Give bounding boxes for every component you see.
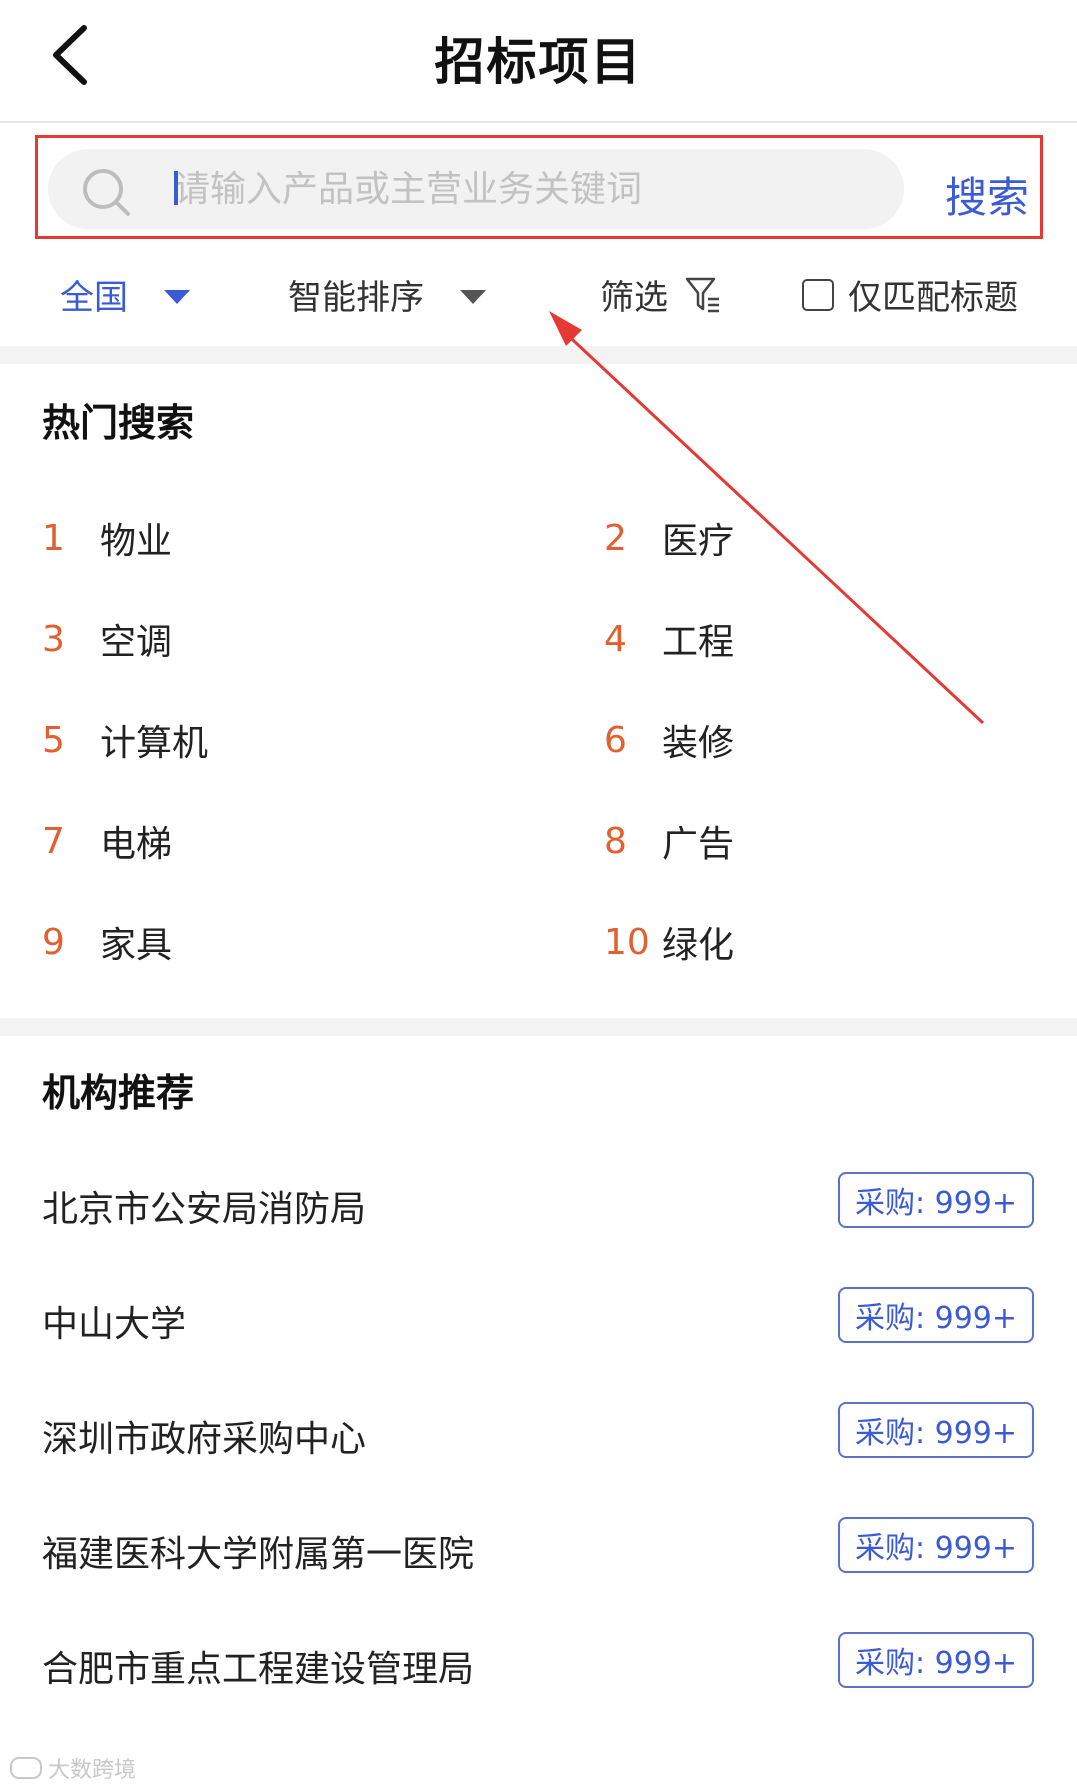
hot-rank: 1 <box>42 517 65 559</box>
hot-rank: 2 <box>604 517 627 559</box>
hot-rank: 7 <box>42 820 65 862</box>
org-name: 中山大学 <box>42 1304 187 1345</box>
hot-search-item[interactable]: 10 绿化 <box>604 916 734 968</box>
dropdown-triangle-icon <box>460 289 486 304</box>
purchase-count-badge[interactable]: 采购: 999+ <box>838 1402 1034 1458</box>
org-name: 福建医科大学附属第一医院 <box>42 1534 475 1575</box>
watermark-text: 大数跨境 <box>48 1758 137 1783</box>
hot-rank: 5 <box>42 719 65 761</box>
page-title: 招标项目 <box>434 33 643 91</box>
hot-rank: 10 <box>604 921 650 963</box>
hot-search-item[interactable]: 7 电梯 <box>42 815 172 867</box>
header-bar: 招标项目 <box>0 0 1077 123</box>
purchase-count-badge[interactable]: 采购: 999+ <box>838 1287 1034 1343</box>
hot-label: 家具 <box>100 925 173 966</box>
hot-label: 空调 <box>100 622 173 663</box>
sort-filter[interactable]: 智能排序 <box>288 270 486 319</box>
hot-search-item[interactable]: 6 装修 <box>604 714 734 766</box>
org-name: 合肥市重点工程建设管理局 <box>42 1649 475 1690</box>
hot-rank: 3 <box>42 618 65 660</box>
section-divider <box>0 346 1077 364</box>
hot-rank: 9 <box>42 921 65 963</box>
dropdown-triangle-icon <box>164 289 190 304</box>
org-row[interactable]: 中山大学 采购: 999+ <box>42 1287 1035 1347</box>
hot-search-item[interactable]: 4 工程 <box>604 613 734 665</box>
match-title-checkbox[interactable] <box>802 278 834 311</box>
funnel-icon <box>685 277 719 312</box>
screen-filter-label: 筛选 <box>600 278 668 318</box>
org-row[interactable]: 北京市公安局消防局 采购: 999+ <box>42 1172 1035 1232</box>
hot-search-title: 热门搜索 <box>42 401 195 445</box>
hot-rank: 8 <box>604 820 627 862</box>
org-row[interactable]: 合肥市重点工程建设管理局 采购: 999+ <box>42 1632 1035 1692</box>
hot-label: 绿化 <box>662 925 735 966</box>
search-input[interactable] <box>174 159 874 219</box>
region-filter-label: 全国 <box>60 278 128 318</box>
hot-search-item[interactable]: 3 空调 <box>42 613 172 665</box>
screen-filter[interactable]: 筛选 <box>600 270 722 319</box>
hot-label: 计算机 <box>100 723 209 764</box>
hot-search-item[interactable]: 9 家具 <box>42 916 172 968</box>
org-name: 北京市公安局消防局 <box>42 1189 367 1230</box>
hot-search-item[interactable]: 5 计算机 <box>42 714 208 766</box>
hot-label: 医疗 <box>662 521 735 562</box>
sort-filter-label: 智能排序 <box>288 278 424 318</box>
text-cursor <box>174 171 178 205</box>
watermark-logo-icon <box>10 1757 42 1779</box>
hot-label: 电梯 <box>100 824 173 865</box>
hot-label: 物业 <box>100 521 173 562</box>
hot-label: 装修 <box>662 723 735 764</box>
org-row[interactable]: 福建医科大学附属第一医院 采购: 999+ <box>42 1517 1035 1577</box>
hot-rank: 4 <box>604 618 627 660</box>
org-recommend-title: 机构推荐 <box>42 1071 195 1115</box>
hot-label: 广告 <box>662 824 735 865</box>
region-filter[interactable]: 全国 <box>60 270 190 319</box>
hot-search-item[interactable]: 8 广告 <box>604 815 734 867</box>
match-title-label: 仅匹配标题 <box>848 278 1018 318</box>
section-divider <box>0 1018 1077 1036</box>
hot-label: 工程 <box>662 622 735 663</box>
purchase-count-badge[interactable]: 采购: 999+ <box>838 1632 1034 1688</box>
search-button[interactable]: 搜索 <box>945 164 1029 225</box>
watermark: 大数跨境 <box>10 1752 136 1784</box>
search-icon <box>83 169 130 216</box>
match-title-toggle[interactable]: 仅匹配标题 <box>802 270 1018 319</box>
org-row[interactable]: 深圳市政府采购中心 采购: 999+ <box>42 1402 1035 1462</box>
hot-rank: 6 <box>604 719 627 761</box>
hot-search-item[interactable]: 1 物业 <box>42 512 172 564</box>
hot-search-item[interactable]: 2 医疗 <box>604 512 734 564</box>
purchase-count-badge[interactable]: 采购: 999+ <box>838 1172 1034 1228</box>
org-name: 深圳市政府采购中心 <box>42 1419 367 1460</box>
purchase-count-badge[interactable]: 采购: 999+ <box>838 1517 1034 1573</box>
